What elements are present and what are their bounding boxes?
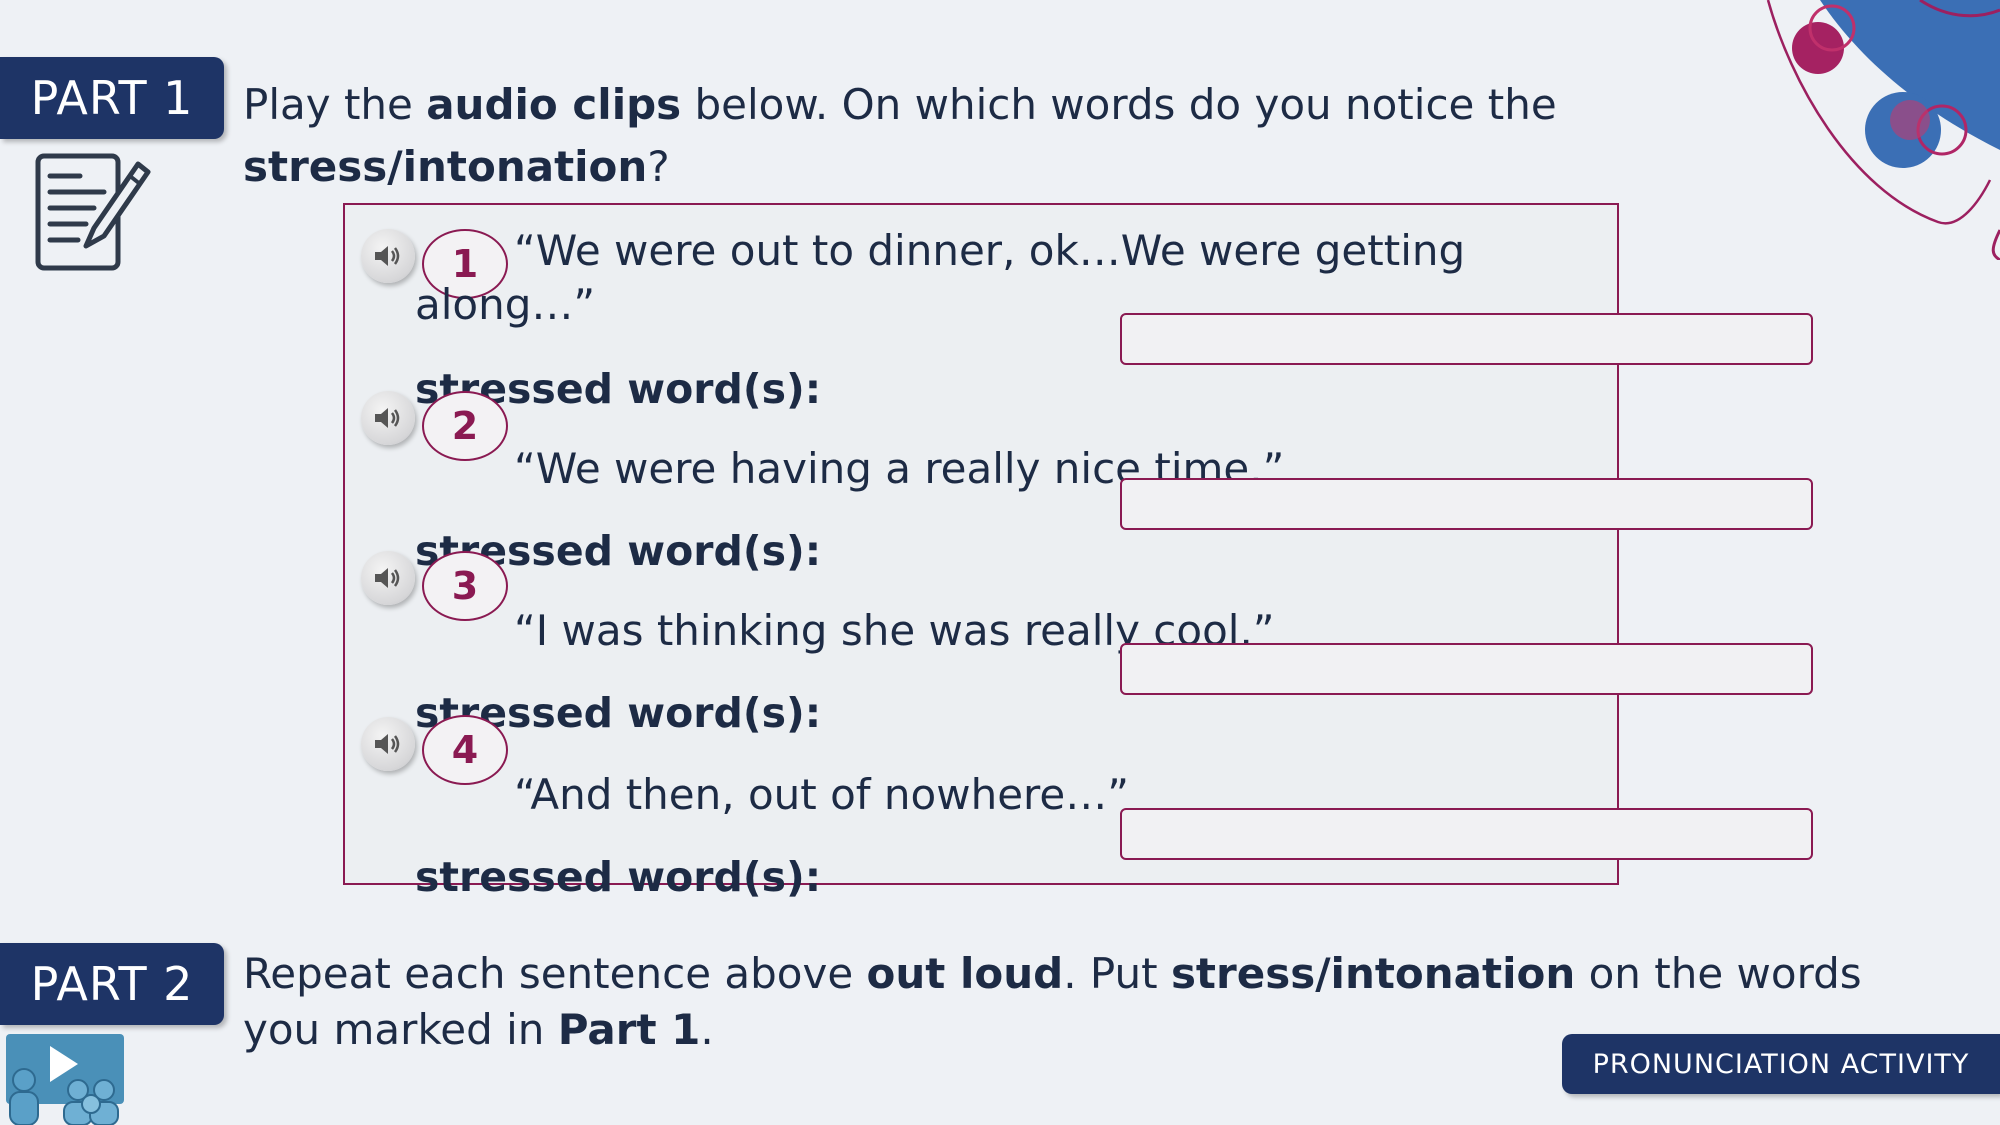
stressed-words-input-3[interactable]: [1120, 643, 1813, 695]
clip-number-3: 3: [422, 551, 508, 621]
stressed-words-input-4[interactable]: [1120, 808, 1813, 860]
part1-instructions: Play the audio clips below. On which wor…: [243, 80, 1557, 191]
play-audio-button-1[interactable]: [361, 229, 415, 283]
stressed-words-input-2[interactable]: [1120, 478, 1813, 530]
part1-badge: PART 1: [0, 57, 224, 139]
play-audio-button-2[interactable]: [361, 391, 415, 445]
speaker-icon: [375, 408, 400, 428]
clip-quote-1: “We were out to dinner, ok…We were getti…: [514, 226, 1466, 275]
decorative-shapes: [1766, 0, 2000, 260]
speaker-icon: [375, 734, 400, 754]
presentation-group-icon: [6, 1034, 124, 1125]
clip-number-2: 2: [422, 391, 508, 461]
play-audio-button-4[interactable]: [361, 717, 415, 771]
stressed-label-4: stressed word(s):: [415, 853, 822, 901]
stressed-words-input-1[interactable]: [1120, 313, 1813, 365]
pronunciation-activity-badge: PRONUNCIATION ACTIVITY: [1562, 1034, 2000, 1094]
clip-quote-1-line2: along…”: [415, 280, 596, 329]
speaker-icon: [375, 246, 400, 266]
part2-badge: PART 2: [0, 943, 224, 1025]
clip-number-4: 4: [422, 715, 508, 785]
speaker-icon: [375, 568, 400, 588]
audio-clips-panel: 1 “We were out to dinner, ok…We were get…: [343, 203, 1813, 901]
clip-quote-4: “And then, out of nowhere…”: [514, 770, 1129, 819]
play-audio-button-3[interactable]: [361, 551, 415, 605]
notepad-pencil-icon: [35, 153, 151, 271]
